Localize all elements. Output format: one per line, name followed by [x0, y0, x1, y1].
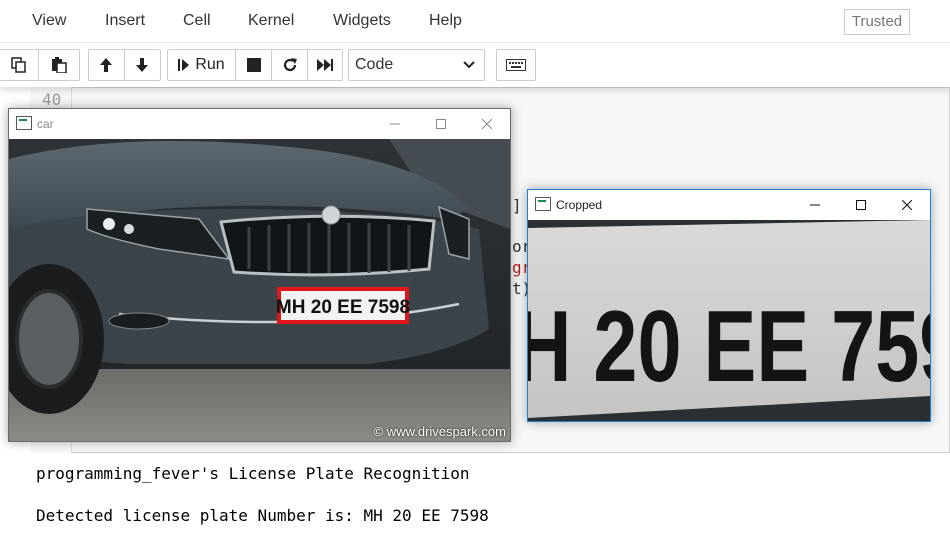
run-all-button[interactable]: [308, 50, 342, 80]
output-result: Detected license plate Number is: MH 20 …: [36, 506, 489, 525]
clipboard-group: [0, 49, 80, 81]
move-group: [88, 49, 161, 81]
keyboard-icon: [506, 59, 526, 71]
restart-button[interactable]: [272, 50, 308, 80]
step-forward-icon: [178, 59, 190, 71]
run-button[interactable]: Run: [168, 50, 236, 80]
cropped-image: MH 20 EE 7598: [528, 220, 930, 421]
copy-button[interactable]: [0, 50, 39, 80]
cropped-plate-text: MH 20 EE 7598: [528, 291, 930, 403]
close-button[interactable]: [884, 190, 930, 220]
car-window[interactable]: car MH 20 EE 7598 © www.drivespark.com: [8, 108, 511, 442]
run-group: Run: [167, 49, 343, 81]
line-number: 40: [42, 90, 62, 109]
stop-icon: [246, 58, 261, 72]
car-image: MH 20 EE 7598 © www.drivespark.com: [9, 139, 510, 441]
maximize-button[interactable]: [418, 109, 464, 139]
window-title: car: [37, 117, 54, 131]
chevron-down-icon: [462, 50, 476, 91]
run-label: Run: [195, 56, 225, 73]
command-palette-button[interactable]: [496, 49, 536, 81]
paste-icon: [52, 57, 67, 73]
menu-view[interactable]: View: [32, 12, 66, 30]
paste-button[interactable]: [39, 50, 79, 80]
copy-icon: [10, 57, 26, 73]
app-icon: [16, 116, 32, 130]
minimize-button[interactable]: [372, 109, 418, 139]
maximize-icon: [436, 119, 446, 129]
maximize-button[interactable]: [838, 190, 884, 220]
refresh-icon: [283, 58, 297, 72]
menu-widgets[interactable]: Widgets: [333, 12, 391, 30]
interrupt-button[interactable]: [236, 50, 272, 80]
close-icon: [902, 200, 912, 210]
minimize-icon: [810, 204, 820, 206]
menu-kernel[interactable]: Kernel: [248, 12, 294, 30]
minimize-icon: [390, 123, 400, 125]
menu-insert[interactable]: Insert: [105, 12, 145, 30]
car-plate-text: MH 20 EE 7598: [276, 297, 410, 318]
cropped-window[interactable]: Cropped MH 20 EE 7598: [527, 189, 931, 422]
output-title: programming_fever's License Plate Recogn…: [36, 464, 470, 483]
window-title: Cropped: [556, 198, 603, 212]
close-button[interactable]: [464, 109, 510, 139]
app-icon: [535, 197, 551, 211]
close-icon: [482, 119, 492, 129]
toolbar: Run Code: [0, 44, 950, 87]
menu-cell[interactable]: Cell: [183, 12, 211, 30]
move-up-button[interactable]: [89, 50, 125, 80]
menu-help[interactable]: Help: [429, 12, 462, 30]
arrow-down-icon: [136, 58, 149, 72]
cropped-window-titlebar[interactable]: Cropped: [528, 190, 930, 220]
cell-type-value: Code: [355, 56, 394, 73]
arrow-up-icon: [100, 58, 113, 72]
menu-bar: View Insert Cell Kernel Widgets Help Tru…: [0, 0, 950, 43]
fast-forward-icon: [317, 59, 333, 71]
trusted-indicator[interactable]: Trusted: [844, 9, 910, 35]
maximize-icon: [856, 200, 866, 210]
cell-type-select[interactable]: Code: [348, 49, 485, 81]
code-fragment: ]: [512, 196, 522, 215]
watermark: © www.drivespark.com: [373, 424, 506, 439]
car-window-titlebar[interactable]: car: [9, 109, 510, 139]
move-down-button[interactable]: [125, 50, 161, 80]
minimize-button[interactable]: [792, 190, 838, 220]
